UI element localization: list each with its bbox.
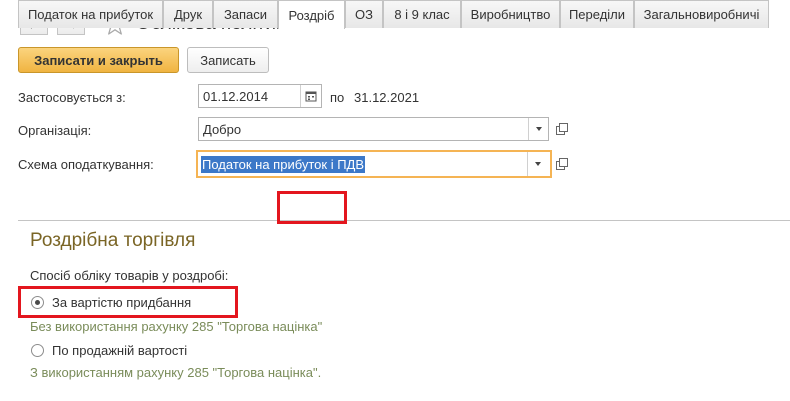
sale-price-hint: З використанням рахунку 285 "Торгова нац…	[30, 365, 322, 380]
save-and-close-button[interactable]: Записати и закрыть	[18, 47, 179, 73]
tab-redistribution[interactable]: Переділи	[560, 0, 634, 28]
tax-scheme-field[interactable]: Податок на прибуток і ПДВ	[196, 150, 552, 178]
date-to-label: по	[330, 90, 345, 105]
tabs-baseline	[18, 220, 790, 221]
organization-label: Організація:	[18, 123, 92, 138]
organization-value: Добро	[203, 122, 242, 137]
section-title: Роздрібна торгівля	[30, 230, 196, 251]
date-to-value: 31.12.2021	[354, 90, 420, 105]
highlight-box-option	[18, 286, 238, 318]
highlight-box-tab	[277, 191, 347, 224]
tab-class-8-9[interactable]: 8 і 9 клас	[383, 0, 461, 28]
open-organization-button[interactable]	[554, 121, 570, 137]
accounting-method-label: Спосіб обліку товарів у роздробі:	[30, 268, 229, 283]
radio-sale-price-label[interactable]: По продажній вартості	[52, 343, 187, 358]
tab-inventory[interactable]: Запаси	[213, 0, 278, 28]
date-from-value: 01.12.2014	[203, 89, 269, 104]
save-button[interactable]: Записать	[187, 47, 269, 73]
tax-scheme-value: Податок на прибуток і ПДВ	[201, 156, 366, 173]
organization-field[interactable]: Добро	[198, 117, 549, 141]
calendar-icon[interactable]	[305, 90, 317, 102]
open-form-icon	[556, 123, 568, 135]
applies-from-label: Застосовується з:	[18, 90, 126, 105]
dropdown-arrow-icon[interactable]	[536, 127, 542, 131]
open-form-icon	[556, 158, 568, 170]
tab-income-tax[interactable]: Податок на прибуток	[18, 0, 163, 28]
dropdown-arrow-icon[interactable]	[535, 162, 541, 166]
open-tax-scheme-button[interactable]	[554, 156, 570, 172]
tab-retail[interactable]: Роздріб	[278, 0, 345, 29]
tab-production[interactable]: Виробництво	[461, 0, 560, 28]
tax-scheme-label: Схема оподаткування:	[18, 157, 154, 172]
purchase-cost-hint: Без використання рахунку 285 "Торгова на…	[30, 319, 323, 334]
radio-sale-price[interactable]	[31, 344, 44, 357]
date-from-field[interactable]: 01.12.2014	[198, 84, 322, 108]
tab-overhead[interactable]: Загальновиробничі	[634, 0, 769, 28]
tab-fixed-assets[interactable]: ОЗ	[345, 0, 383, 28]
tab-print[interactable]: Друк	[163, 0, 213, 28]
